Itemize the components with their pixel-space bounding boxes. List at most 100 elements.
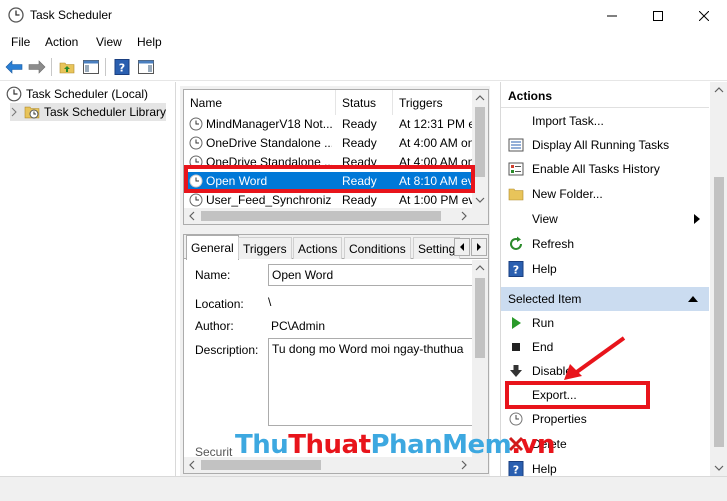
tab-scroll-right-icon	[477, 243, 481, 251]
scroll-thumb[interactable]	[714, 177, 724, 447]
scroll-left-icon	[189, 211, 195, 221]
maximize-button[interactable]	[635, 0, 681, 31]
console-tree-icon	[83, 60, 99, 74]
tree-item-label: Task Scheduler (Local)	[26, 87, 149, 101]
menu-view[interactable]: View	[96, 35, 122, 49]
tab-conditions[interactable]: Conditions	[344, 237, 411, 259]
window-title: Task Scheduler	[30, 8, 113, 22]
task-scheduler-app-icon	[8, 7, 24, 23]
tree-item-task-scheduler-library[interactable]: Task Scheduler Library	[10, 103, 166, 121]
actions-pane: Actions Import Task... Display All Runni…	[500, 82, 727, 477]
run-icon	[512, 317, 521, 329]
details-vertical-scrollbar[interactable]	[472, 260, 488, 458]
watermark-part: Thuat	[288, 430, 371, 460]
scroll-thumb[interactable]	[201, 211, 441, 221]
minimize-button[interactable]	[589, 0, 635, 31]
up-folder-icon	[59, 62, 75, 74]
author-value: PC\Admin	[271, 319, 326, 333]
task-list: Name Status Triggers MindManagerV18 Not.…	[183, 89, 489, 225]
task-name-cell: Open Word	[206, 174, 268, 188]
task-status-cell: Ready	[342, 136, 377, 150]
back-button[interactable]	[4, 57, 24, 77]
column-header-status[interactable]: Status	[336, 90, 393, 115]
task-trigger-cell: At 4:00 AM on	[399, 155, 474, 169]
location-value: \	[268, 295, 272, 309]
history-icon	[508, 162, 524, 176]
scroll-thumb[interactable]	[475, 278, 485, 358]
details-tab-strip: General Triggers Actions Conditions Sett…	[184, 235, 488, 260]
tree-item-task-scheduler-local[interactable]: Task Scheduler (Local)	[6, 85, 148, 103]
help-icon: ?	[508, 461, 524, 477]
menu-file[interactable]: File	[11, 35, 30, 49]
red-arrow-icon	[564, 336, 626, 380]
minimize-icon	[607, 15, 617, 16]
help-icon: ?	[114, 59, 130, 75]
tab-scroll-right-button[interactable]	[471, 238, 487, 256]
close-button[interactable]	[681, 0, 727, 31]
task-list-vertical-scrollbar[interactable]	[472, 90, 488, 208]
action-import-task[interactable]: Import Task...	[501, 110, 709, 132]
task-status-cell: Ready	[342, 117, 377, 131]
task-clock-icon	[189, 155, 203, 169]
action-properties[interactable]: Properties	[501, 408, 709, 430]
action-display-running-tasks[interactable]: Display All Running Tasks	[501, 134, 709, 156]
action-run[interactable]: Run	[501, 312, 709, 334]
watermark-part: Thu	[235, 430, 289, 460]
tab-triggers[interactable]: Triggers	[238, 237, 292, 259]
action-label: Export...	[532, 388, 577, 402]
description-label: Description:	[195, 343, 259, 357]
task-name-cell: OneDrive Standalone ...	[206, 155, 332, 169]
scroll-left-icon	[189, 460, 195, 470]
scroll-thumb[interactable]	[475, 107, 485, 177]
up-folder-button[interactable]	[57, 57, 77, 77]
folder-clock-icon	[24, 106, 40, 119]
column-header-name[interactable]: Name	[184, 90, 336, 115]
scroll-down-icon	[475, 197, 485, 203]
action-refresh[interactable]: Refresh	[501, 233, 709, 255]
menu-bar: File Action View Help	[0, 31, 727, 53]
menu-action[interactable]: Action	[45, 35, 78, 49]
table-row[interactable]: OneDrive Standalone ... Ready At 4:00 AM…	[184, 134, 474, 153]
title-bar: Task Scheduler	[0, 0, 727, 31]
properties-icon	[509, 412, 523, 426]
description-field[interactable]: Tu dong mo Word moi ngay-thuthua	[268, 338, 478, 426]
task-list-horizontal-scrollbar[interactable]	[184, 208, 488, 224]
task-name-field[interactable]: Open Word	[268, 264, 478, 286]
forward-button[interactable]	[27, 57, 47, 77]
action-export[interactable]: Export...	[501, 384, 709, 406]
action-label: Import Task...	[532, 114, 604, 128]
location-label: Location:	[195, 297, 244, 311]
action-view[interactable]: View	[501, 208, 709, 230]
help-toolbar-button[interactable]: ?	[112, 57, 132, 77]
task-clock-icon	[189, 193, 203, 207]
tab-actions[interactable]: Actions	[293, 237, 343, 259]
table-row[interactable]: MindManagerV18 Not... Ready At 12:31 PM …	[184, 115, 474, 134]
running-tasks-icon	[508, 138, 524, 152]
tab-general[interactable]: General	[186, 235, 239, 260]
action-enable-tasks-history[interactable]: Enable All Tasks History	[501, 158, 709, 180]
task-trigger-cell: At 1:00 PM ev	[399, 193, 474, 207]
action-label: End	[532, 340, 554, 354]
menu-help[interactable]: Help	[137, 35, 162, 49]
table-row-selected[interactable]: Open Word Ready At 8:10 AM ev	[184, 172, 474, 191]
show-hide-action-pane-button[interactable]	[136, 57, 156, 77]
action-label: Run	[532, 316, 555, 330]
actions-pane-header: Actions	[501, 84, 709, 108]
maximize-icon	[653, 10, 663, 21]
action-new-folder[interactable]: New Folder...	[501, 183, 709, 205]
watermark-part: .vn	[511, 430, 556, 460]
actions-pane-scrollbar[interactable]	[710, 82, 727, 476]
task-clock-icon	[189, 174, 203, 188]
selected-item-section-header[interactable]: Selected Item	[501, 287, 709, 311]
tab-scroll-left-button[interactable]	[454, 238, 470, 256]
scroll-thumb[interactable]	[201, 460, 321, 470]
disable-icon	[510, 365, 522, 377]
task-status-cell: Ready	[342, 193, 377, 207]
author-label: Author:	[195, 319, 234, 333]
table-row[interactable]: OneDrive Standalone ... Ready At 4:00 AM…	[184, 153, 474, 172]
task-name-cell: User_Feed_Synchroniz...	[206, 193, 332, 207]
action-help[interactable]: ? Help	[501, 258, 709, 280]
toolbar-separator	[105, 58, 106, 76]
show-hide-console-tree-button[interactable]	[81, 57, 101, 77]
column-header-triggers[interactable]: Triggers	[393, 90, 478, 115]
